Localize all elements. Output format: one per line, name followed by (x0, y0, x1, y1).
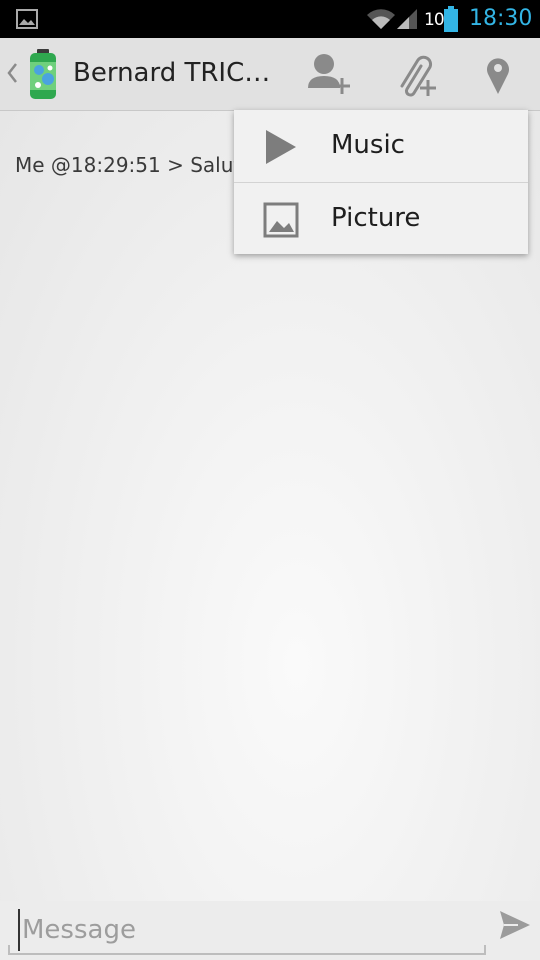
conversation-title[interactable]: Bernard TRIC… (73, 58, 270, 88)
paperclip-add-icon (400, 55, 436, 97)
battery-icon (444, 6, 458, 32)
chat-message: Me @18:29:51 > Salut (15, 153, 242, 177)
message-field-container (8, 905, 486, 955)
attach-popup-menu: Music Picture (234, 110, 528, 254)
menu-item-label: Music (331, 130, 405, 160)
send-icon[interactable] (498, 908, 532, 942)
location-button[interactable] (470, 48, 526, 100)
add-contact-button[interactable] (302, 48, 358, 100)
attach-button[interactable] (388, 48, 444, 100)
message-input[interactable] (18, 909, 484, 951)
clock: 18:30 (469, 6, 533, 31)
back-caret-icon[interactable] (6, 62, 18, 84)
picture-icon (263, 202, 299, 238)
picture-notification-icon (16, 9, 38, 29)
menu-item-picture[interactable]: Picture (234, 183, 528, 255)
wifi-icon (367, 9, 395, 29)
add-person-icon (308, 54, 350, 94)
app-logo-icon[interactable] (24, 48, 62, 100)
signal-icon (397, 9, 417, 29)
play-icon (266, 130, 296, 164)
menu-item-label: Picture (331, 203, 421, 233)
status-bar: 100 18:30 (0, 0, 540, 38)
menu-item-music[interactable]: Music (234, 110, 528, 182)
map-pin-icon (487, 58, 509, 94)
action-bar: Bernard TRIC… (0, 38, 540, 111)
